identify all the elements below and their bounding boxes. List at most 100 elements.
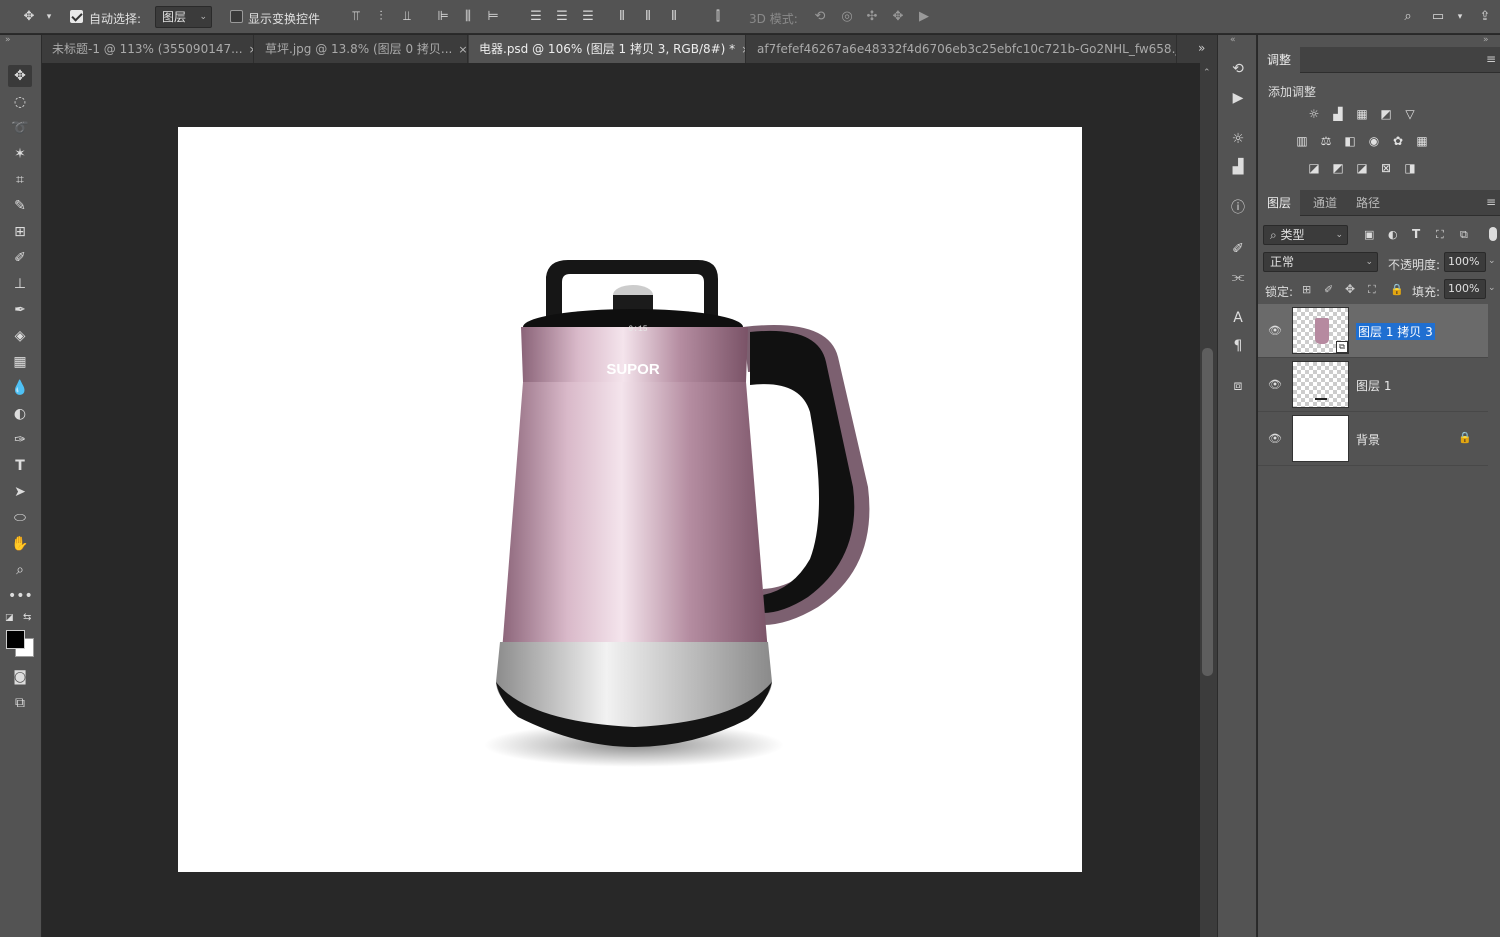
paragraph-icon[interactable]: ¶: [1227, 335, 1249, 357]
history-icon[interactable]: ⟲: [1227, 58, 1249, 80]
lock-transparent-icon[interactable]: ⊞: [1302, 283, 1311, 296]
filter-toggle[interactable]: [1489, 227, 1497, 241]
3d-roll-icon[interactable]: ◎: [838, 8, 856, 26]
brushes-icon[interactable]: ⫘: [1227, 266, 1249, 288]
tabs-overflow-icon[interactable]: »: [1198, 41, 1205, 55]
quick-mask-icon[interactable]: ◙: [8, 666, 32, 688]
distribute-top-icon[interactable]: ☰: [527, 8, 545, 26]
layer-row[interactable]: 👁 背景 🔒: [1258, 412, 1488, 466]
lock-position-icon[interactable]: ✥: [1345, 282, 1355, 296]
filter-smart-icon[interactable]: ⧉: [1460, 228, 1468, 242]
chevron-down-icon[interactable]: ▾: [1451, 8, 1469, 26]
close-icon[interactable]: ×: [249, 43, 253, 56]
foreground-color-swatch[interactable]: [6, 630, 25, 649]
invert-icon[interactable]: ◪: [1306, 161, 1322, 175]
filter-pixel-icon[interactable]: ▣: [1364, 228, 1374, 241]
levels-icon[interactable]: ▟: [1330, 107, 1346, 121]
3d-scale-icon[interactable]: ▶: [915, 8, 933, 26]
layer-row[interactable]: 👁 ⧉ 图层 1 拷贝 3: [1258, 304, 1488, 358]
fill-input[interactable]: 100%: [1444, 279, 1486, 299]
eye-icon[interactable]: 👁: [1268, 378, 1282, 391]
lock-pixels-icon[interactable]: ✐: [1324, 283, 1333, 296]
eye-icon[interactable]: 👁: [1268, 324, 1282, 337]
eye-icon[interactable]: 👁: [1268, 432, 1282, 445]
tab-paths[interactable]: 路径: [1347, 190, 1389, 216]
ellipse-marquee-icon[interactable]: ◌: [8, 91, 32, 113]
tab-adjustments[interactable]: 调整: [1258, 47, 1301, 73]
channel-mixer-icon[interactable]: ✿: [1390, 134, 1406, 148]
eraser-icon[interactable]: ◈: [8, 325, 32, 347]
align-left-icon[interactable]: ⊫: [434, 8, 452, 26]
swap-colors-icon[interactable]: ⇆: [23, 612, 31, 623]
filter-type-icon[interactable]: T: [1412, 227, 1420, 241]
layer-row[interactable]: 👁 图层 1: [1258, 358, 1488, 412]
document-canvas[interactable]: SUPOR 0:15: [178, 127, 1082, 872]
color-lookup-icon[interactable]: ▦: [1414, 134, 1430, 148]
align-vcenter-icon[interactable]: ⫶: [372, 8, 390, 26]
collapse-icon[interactable]: »: [5, 35, 11, 45]
auto-select-checkbox[interactable]: [70, 10, 83, 23]
layer-name-input[interactable]: 图层 1 拷贝 3: [1356, 323, 1435, 340]
chevron-down-icon[interactable]: ▾: [40, 8, 58, 26]
posterize-icon[interactable]: ◩: [1330, 161, 1346, 175]
align-hcenter-icon[interactable]: ⫼: [459, 8, 477, 26]
adjust-brightness-icon[interactable]: ☼: [1227, 128, 1249, 150]
magic-wand-icon[interactable]: ✶: [8, 143, 32, 165]
distribute-left-icon[interactable]: ⫴: [613, 8, 631, 26]
filter-shape-icon[interactable]: ⛶: [1436, 228, 1444, 242]
3d-rotate-icon[interactable]: ⟲: [811, 8, 829, 26]
layer-filter-dropdown[interactable]: ⌕ 类型 ⌄: [1263, 225, 1348, 245]
hand-icon[interactable]: ✋: [8, 533, 32, 555]
filter-adjustment-icon[interactable]: ◐: [1388, 228, 1398, 241]
move-tool-icon[interactable]: ✥: [8, 65, 32, 87]
curves-icon[interactable]: ▦: [1354, 107, 1370, 121]
actions-play-icon[interactable]: ▶: [1227, 87, 1249, 109]
type-icon[interactable]: T: [8, 455, 32, 477]
collapse-icon[interactable]: »: [1483, 35, 1489, 45]
move-tool-icon[interactable]: ✥: [20, 8, 38, 26]
photo-filter-icon[interactable]: ◉: [1366, 134, 1382, 148]
hue-sat-icon[interactable]: ▥: [1294, 134, 1310, 148]
pen-icon[interactable]: ✑: [8, 429, 32, 451]
align-top-icon[interactable]: ⫪: [347, 8, 365, 26]
vertical-scroll-thumb[interactable]: [1202, 348, 1213, 676]
path-select-icon[interactable]: ➤: [8, 481, 32, 503]
panel-menu-icon[interactable]: ≡: [1486, 195, 1496, 209]
tab-image[interactable]: af7fefef46267a6e48332f4d6706eb3c25ebfc10…: [747, 35, 1177, 63]
distribute-vcenter-icon[interactable]: ☰: [553, 8, 571, 26]
tab-channels[interactable]: 通道: [1304, 190, 1346, 216]
gradient-map-icon[interactable]: ◨: [1402, 161, 1418, 175]
zoom-icon[interactable]: ⌕: [8, 559, 32, 581]
auto-align-icon[interactable]: ⫿: [709, 8, 727, 26]
chevron-down-icon[interactable]: ⌄: [1488, 256, 1496, 266]
color-balance-icon[interactable]: ⚖: [1318, 134, 1334, 148]
info-icon[interactable]: ⓘ: [1227, 197, 1249, 219]
brush-icon[interactable]: ✐: [8, 247, 32, 269]
levels-icon[interactable]: ▟: [1227, 156, 1249, 178]
history-brush-icon[interactable]: ✒: [8, 299, 32, 321]
gradient-icon[interactable]: ▦: [8, 351, 32, 373]
panel-menu-icon[interactable]: ≡: [1486, 52, 1496, 66]
align-right-icon[interactable]: ⊨: [484, 8, 502, 26]
share-icon[interactable]: ⇪: [1476, 8, 1494, 26]
lock-artboard-icon[interactable]: ⛶: [1368, 283, 1376, 297]
distribute-hcenter-icon[interactable]: ⫴: [639, 8, 657, 26]
stamp-icon[interactable]: ⊥: [8, 273, 32, 295]
auto-select-dropdown[interactable]: 图层 ⌄: [155, 6, 212, 28]
chevron-down-icon[interactable]: ⌄: [1488, 283, 1496, 293]
exposure-icon[interactable]: ◩: [1378, 107, 1394, 121]
close-icon[interactable]: ×: [741, 43, 745, 56]
ellipse-shape-icon[interactable]: ⬭: [8, 507, 32, 529]
close-icon[interactable]: ×: [458, 43, 467, 56]
3d-slide-icon[interactable]: ✥: [889, 8, 907, 26]
tab-grass[interactable]: 草坪.jpg @ 13.8% (图层 0 拷贝... ×: [255, 35, 468, 63]
selective-color-icon[interactable]: ⊠: [1378, 161, 1394, 175]
brush-settings-icon[interactable]: ✐: [1227, 238, 1249, 260]
align-bottom-icon[interactable]: ⫫: [398, 8, 416, 26]
character-icon[interactable]: A: [1227, 307, 1249, 329]
3d-pan-icon[interactable]: ✣: [863, 8, 881, 26]
blend-mode-dropdown[interactable]: 正常 ⌄: [1263, 252, 1378, 272]
default-colors-icon[interactable]: ◪: [5, 613, 14, 623]
scroll-up-icon[interactable]: ⌃: [1203, 68, 1211, 78]
collapse-icon[interactable]: «: [1230, 35, 1236, 45]
